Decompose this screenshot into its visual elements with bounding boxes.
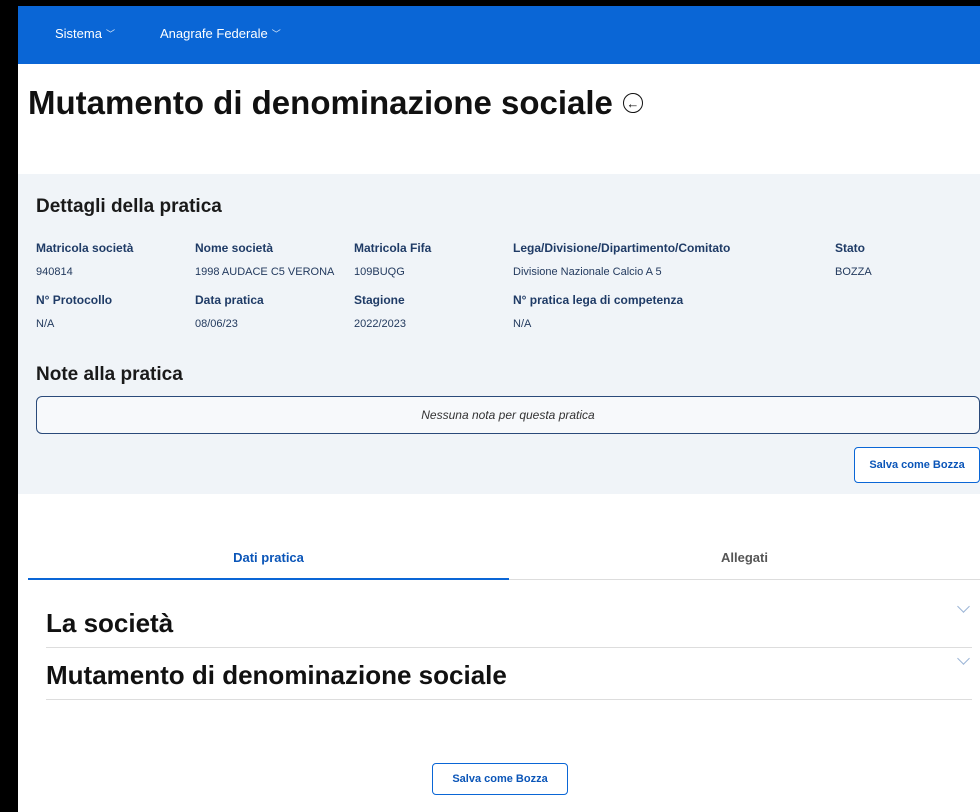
field-label-data-pratica: Data pratica [195, 293, 264, 307]
field-value-lega: Divisione Nazionale Calcio A 5 [513, 266, 662, 278]
notes-empty-text: Nessuna nota per questa pratica [421, 408, 595, 422]
accordion-title: Mutamento di denominazione sociale [46, 660, 507, 690]
field-label-matricola-societa: Matricola società [36, 241, 134, 255]
accordion-mutamento-denominazione[interactable]: Mutamento di denominazione sociale [46, 648, 972, 700]
field-label-protocollo: N° Protocollo [36, 293, 113, 307]
chevron-down-icon: ﹀ [271, 29, 281, 39]
top-navbar: Sistema ﹀ Anagrafe Federale ﹀ [18, 6, 980, 64]
field-value-protocollo: N/A [36, 318, 55, 330]
field-label-nome-societa: Nome società [195, 241, 274, 255]
field-value-data-pratica: 08/06/23 [195, 318, 238, 330]
field-label-lega: Lega/Divisione/Dipartimento/Comitato [513, 241, 731, 255]
nav-item-anagrafe-federale[interactable]: Anagrafe Federale ﹀ [160, 26, 281, 41]
field-label-pratica-lega: N° pratica lega di competenza [513, 293, 684, 307]
field-value-nome-societa: 1998 AUDACE C5 VERONA [195, 266, 335, 278]
notes-box: Nessuna nota per questa pratica [36, 396, 980, 434]
save-draft-button-bottom[interactable]: Salva come Bozza [432, 763, 568, 795]
notes-heading: Note alla pratica [36, 364, 183, 385]
chevron-down-icon: ﹀ [105, 29, 115, 39]
field-value-stagione: 2022/2023 [354, 318, 406, 330]
nav-item-label: Sistema [55, 26, 102, 41]
field-label-matricola-fifa: Matricola Fifa [354, 241, 432, 255]
chevron-down-icon [957, 652, 970, 665]
tab-allegati[interactable]: Allegati [509, 546, 980, 580]
accordion-la-societa[interactable]: La società [46, 596, 972, 648]
details-heading: Dettagli della pratica [36, 196, 222, 217]
details-panel: Dettagli della pratica Matricola società… [18, 174, 980, 494]
field-value-stato: BOZZA [835, 266, 872, 278]
tab-dati-pratica[interactable]: Dati pratica [28, 546, 509, 580]
field-label-stato: Stato [835, 241, 865, 255]
accordion-title: La società [46, 608, 174, 638]
field-value-pratica-lega: N/A [513, 318, 532, 330]
chevron-down-icon [957, 600, 970, 613]
page-title: Mutamento di denominazione sociale ← [28, 84, 643, 122]
page-title-text: Mutamento di denominazione sociale [28, 84, 613, 121]
field-value-matricola-fifa: 109BUQG [354, 266, 405, 278]
field-value-matricola-societa: 940814 [36, 266, 73, 278]
nav-item-label: Anagrafe Federale [160, 26, 268, 41]
field-label-stagione: Stagione [354, 293, 405, 307]
back-arrow-icon[interactable]: ← [622, 93, 643, 113]
tabs: Dati pratica Allegati [28, 546, 980, 582]
app-content: Sistema ﹀ Anagrafe Federale ﹀ Mutamento … [18, 6, 980, 812]
nav-item-sistema[interactable]: Sistema ﹀ [55, 26, 115, 41]
save-draft-button-top[interactable]: Salva come Bozza [854, 447, 980, 483]
